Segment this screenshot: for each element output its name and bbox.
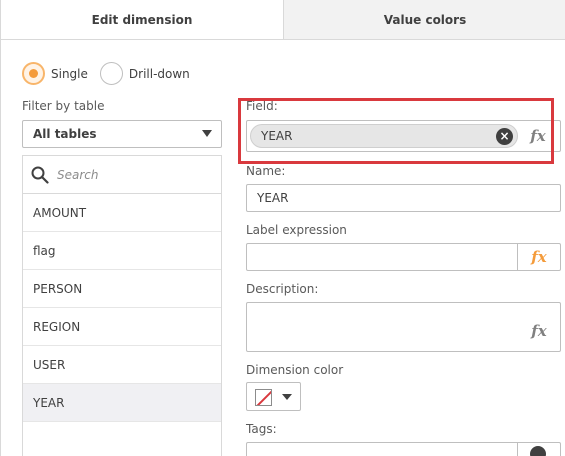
name-label: Name: [246,164,286,178]
radio-checked-icon [22,62,45,85]
dimension-color-label: Dimension color [246,363,344,377]
single-radio-label: Single [51,66,88,81]
search-icon [31,166,49,184]
tab-bar: Edit dimension Value colors [1,0,565,40]
list-item-user[interactable]: USER [23,346,221,384]
table-filter-dropdown[interactable]: All tables [22,120,222,148]
list-item-amount[interactable]: AMOUNT [23,194,221,232]
label-expression-input[interactable] [246,243,561,271]
search-placeholder: Search [57,167,99,182]
chevron-down-icon [282,394,292,400]
dropdown-caret-icon [202,130,212,137]
list-item-region[interactable]: REGION [23,308,221,346]
dimension-color-picker[interactable] [246,382,301,411]
no-color-swatch-icon [255,389,272,406]
field-highlight-box [238,98,554,164]
tags-input[interactable] [246,442,561,456]
mode-radio-group: Single Drill-down [22,62,202,85]
label-expression-fx-icon[interactable]: fx [518,244,560,270]
filter-by-table-label: Filter by table [22,99,105,113]
edit-dimension-dialog: Edit dimension Value colors Single Drill… [0,0,565,456]
name-input[interactable]: YEAR [246,184,561,212]
field-list: Search AMOUNT flag PERSON REGION USER YE… [22,155,222,456]
add-tag-icon[interactable] [530,446,546,456]
list-item-person[interactable]: PERSON [23,270,221,308]
field-search[interactable]: Search [23,156,221,194]
description-fx-icon[interactable]: fx [525,318,553,344]
radio-unchecked-icon [99,62,123,85]
drill-down-radio-label: Drill-down [128,66,190,81]
table-filter-value: All tables [33,127,97,141]
list-item-year[interactable]: YEAR [23,384,221,422]
divider [517,443,518,456]
tab-edit-dimension[interactable]: Edit dimension [1,0,283,39]
description-label: Description: [246,282,319,296]
list-item-flag[interactable]: flag [23,232,221,270]
description-input[interactable] [246,302,561,352]
tab-value-colors[interactable]: Value colors [283,0,565,39]
single-radio[interactable]: Single [22,62,88,85]
tags-label: Tags: [246,422,277,436]
drill-down-radio[interactable]: Drill-down [99,62,190,85]
label-expression-label: Label expression [246,223,347,237]
